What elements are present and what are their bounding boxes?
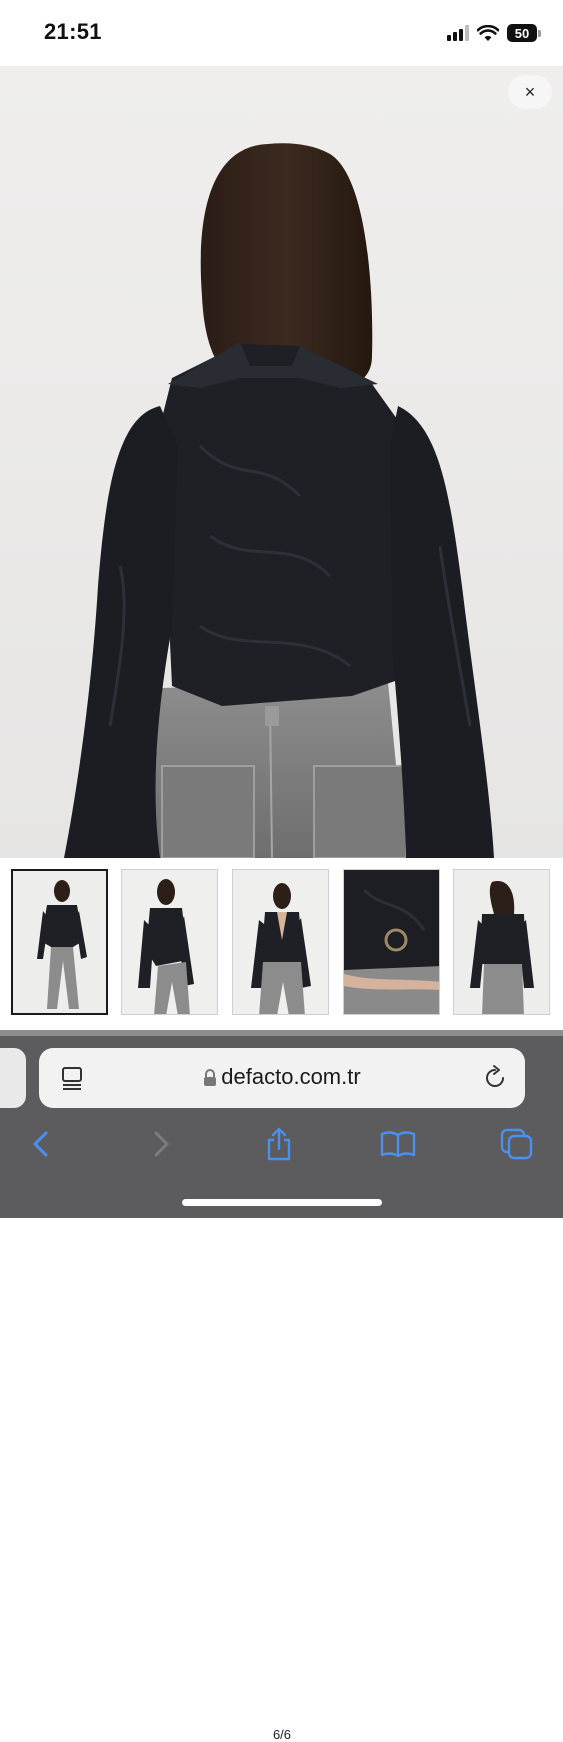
url-display[interactable]: defacto.com.tr xyxy=(39,1064,525,1090)
reload-icon[interactable] xyxy=(483,1064,507,1090)
battery-icon: 50 xyxy=(507,24,541,42)
home-indicator xyxy=(182,1199,382,1206)
thumb-back-view-image xyxy=(454,870,549,1014)
product-photo-back-view xyxy=(0,66,563,858)
thumbnail-1[interactable] xyxy=(11,869,108,1015)
forward-button[interactable] xyxy=(140,1122,184,1166)
lock-icon xyxy=(204,1069,217,1087)
thumb-front-open-image xyxy=(233,870,328,1014)
chevron-right-icon xyxy=(154,1131,169,1157)
thumbnail-3[interactable] xyxy=(232,869,329,1015)
chevron-left-icon xyxy=(33,1131,48,1157)
browser-toolbar: defacto.com.tr xyxy=(0,1036,563,1218)
product-image-viewer[interactable]: × xyxy=(0,66,563,858)
image-counter: 6/6 xyxy=(272,1727,292,1742)
wifi-icon xyxy=(477,24,499,41)
close-icon: × xyxy=(524,81,536,102)
tabs-button[interactable] xyxy=(495,1122,539,1166)
book-icon xyxy=(380,1131,416,1158)
bookmarks-button[interactable] xyxy=(376,1122,420,1166)
thumb-front-full-image xyxy=(13,871,106,1013)
share-button[interactable] xyxy=(257,1122,301,1166)
status-icons: 50 xyxy=(447,22,541,44)
thumb-detail-buckle-image xyxy=(344,870,439,1014)
previous-tab-preview[interactable] xyxy=(0,1048,26,1108)
thumbnail-4[interactable] xyxy=(343,869,440,1015)
thumb-side-pose-image xyxy=(122,870,217,1014)
close-button[interactable]: × xyxy=(508,75,552,109)
thumbnail-strip: 6/6 xyxy=(0,858,563,1742)
thumbnail-2[interactable] xyxy=(121,869,218,1015)
url-text: defacto.com.tr xyxy=(221,1064,361,1089)
share-icon xyxy=(267,1127,291,1161)
thumbnail-5[interactable] xyxy=(453,869,550,1015)
cellular-signal-icon xyxy=(447,25,469,41)
status-bar: 21:51 50 xyxy=(0,0,563,66)
back-button[interactable] xyxy=(18,1122,62,1166)
tabs-icon xyxy=(500,1128,533,1160)
status-time: 21:51 xyxy=(44,19,102,44)
battery-level: 50 xyxy=(507,24,537,42)
browser-nav-row xyxy=(0,1122,563,1166)
address-bar[interactable]: defacto.com.tr xyxy=(39,1048,525,1108)
